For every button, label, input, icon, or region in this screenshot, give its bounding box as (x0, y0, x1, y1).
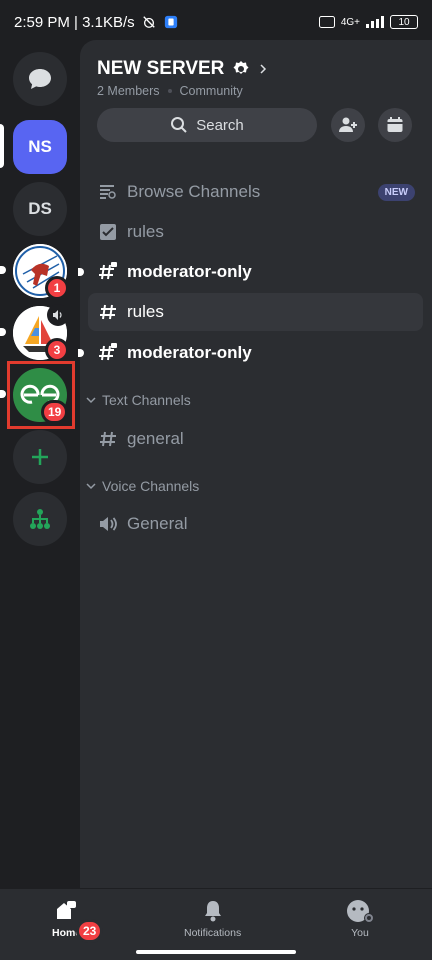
server-spider-badge-count: 1 (53, 281, 61, 295)
search-button[interactable]: Search (97, 108, 317, 142)
chevron-right-icon (260, 64, 267, 74)
server-boat[interactable]: 3 (13, 304, 69, 362)
battery-level: 10 (398, 16, 410, 28)
avatar-icon (347, 900, 374, 923)
hash-icon (98, 302, 118, 322)
server-meta: 2 Members Community (97, 84, 243, 98)
unread-indicator (0, 266, 6, 274)
browse-channels-label: Browse Channels (127, 182, 261, 201)
voice-channel-general[interactable]: General (88, 505, 423, 543)
server-boat-badge-count: 3 (53, 343, 61, 357)
speaker-icon (53, 310, 62, 320)
add-server-button[interactable] (13, 430, 67, 484)
browse-channels-item[interactable]: Browse Channels NEW (88, 173, 423, 211)
channel-label: rules (127, 222, 164, 241)
unread-indicator (0, 328, 6, 336)
tab-notifications-label: Notifications (184, 927, 242, 939)
status-time: 2:59 PM | 3.1KB/s (14, 13, 135, 31)
chevron-down-icon (86, 483, 96, 490)
category-text-channels[interactable]: Text Channels (86, 388, 191, 412)
tab-you-label: You (351, 927, 369, 939)
member-count: 2 Members (97, 84, 160, 98)
unread-indicator (78, 349, 84, 357)
events-button[interactable] (378, 108, 412, 142)
server-rail: NS DS 1 3 19 (0, 44, 80, 888)
channel-label: moderator-only (127, 343, 252, 362)
bell-icon (204, 901, 221, 922)
server-ns[interactable]: NS (13, 120, 67, 174)
category-label: Text Channels (102, 392, 191, 408)
category-voice-channels[interactable]: Voice Channels (86, 474, 199, 498)
discover-button[interactable] (13, 492, 67, 546)
unread-indicator (0, 390, 6, 398)
app-notification-icon (164, 15, 177, 29)
server-header[interactable]: NEW SERVER (97, 58, 268, 80)
server-ns-label: NS (28, 137, 52, 156)
home-badge: 23 (76, 919, 104, 943)
server-spider-badge: 1 (45, 276, 69, 300)
rules-channel-icon (98, 222, 118, 242)
list-icon (98, 182, 118, 202)
speaker-icon (98, 514, 118, 534)
alarm-off-icon (142, 16, 155, 28)
separator-dot (167, 89, 172, 93)
channel-label: general (127, 429, 184, 448)
highlight-box (7, 361, 75, 429)
invite-button[interactable] (331, 108, 365, 142)
new-badge: NEW (377, 183, 415, 201)
server-ds[interactable]: DS (13, 182, 67, 236)
hub-icon (30, 509, 50, 529)
signal-icon (366, 16, 384, 28)
server-name: NEW SERVER (97, 58, 225, 79)
home-servers-icon (56, 901, 76, 919)
channel-rules[interactable]: rules (88, 293, 423, 331)
server-spider[interactable]: 1 (13, 244, 69, 300)
tab-notifications[interactable]: Notifications (184, 899, 241, 939)
home-badge-count: 23 (83, 924, 97, 938)
status-bar: 2:59 PM | 3.1KB/s 4G+ 10 (0, 0, 432, 44)
home-indicator-bar (136, 950, 296, 954)
channel-label: moderator-only (127, 262, 252, 281)
chevron-down-icon (86, 397, 96, 404)
voice-activity-indicator (47, 304, 69, 326)
calendar-icon (387, 117, 403, 132)
channel-moderator-only-2[interactable]: moderator-only (78, 334, 423, 372)
chat-bubble-icon (29, 69, 51, 89)
channel-general[interactable]: general (88, 420, 423, 458)
channel-label: General (127, 514, 188, 533)
channel-rules-rules[interactable]: rules (88, 213, 423, 251)
direct-messages-button[interactable] (13, 52, 67, 106)
unread-indicator (78, 268, 84, 276)
active-server-indicator (0, 124, 4, 168)
search-label: Search (196, 116, 244, 134)
channel-label: rules (127, 302, 164, 321)
tab-home[interactable]: Home 23 (52, 899, 104, 943)
search-icon (171, 117, 187, 133)
server-type: Community (179, 84, 243, 98)
hash-icon (98, 429, 118, 449)
network-type: 4G+ (340, 16, 360, 28)
locked-hash-icon (98, 262, 118, 282)
channel-moderator-only[interactable]: moderator-only (78, 253, 423, 291)
channel-panel: NEW SERVER 2 Members Community Search Br… (78, 40, 432, 888)
locked-hash-icon (98, 343, 118, 363)
volte-icon (318, 16, 335, 28)
server-ds-label: DS (28, 199, 52, 218)
add-member-icon (339, 117, 357, 132)
tab-you[interactable]: You (345, 899, 375, 939)
server-boat-badge: 3 (45, 338, 69, 362)
plus-icon (32, 449, 48, 465)
battery-icon: 10 (390, 15, 418, 29)
community-badge-icon (233, 61, 249, 74)
category-label: Voice Channels (102, 478, 200, 494)
